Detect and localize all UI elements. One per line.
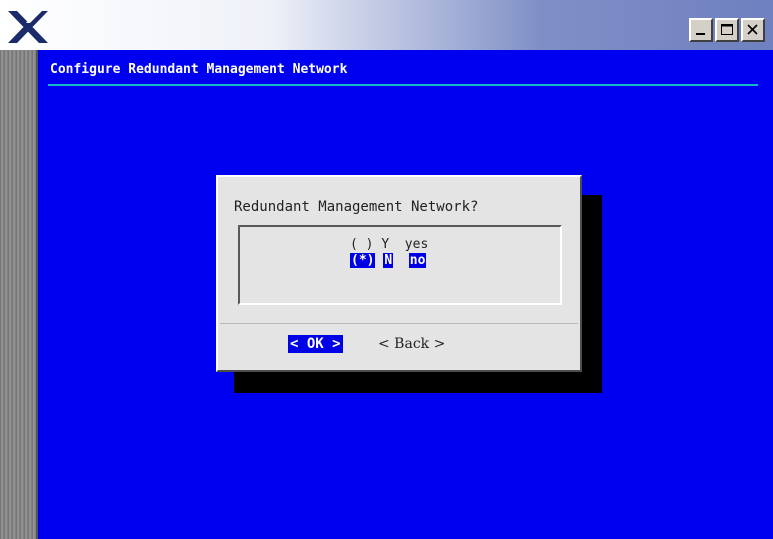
- back-button[interactable]: < Back >: [378, 335, 445, 353]
- radiolist-dialog: Redundant Management Network? ( ) Y yes …: [216, 175, 582, 372]
- option-yes-marker[interactable]: ( ): [350, 237, 373, 252]
- screen-title: Configure Redundant Management Network: [50, 62, 348, 77]
- terminal-screen: Configure Redundant Management Network R…: [38, 50, 773, 539]
- minimize-button[interactable]: [689, 18, 713, 42]
- maximize-button[interactable]: [715, 18, 739, 42]
- option-yes[interactable]: ( ) Y yes: [350, 237, 428, 253]
- window-controls: [689, 18, 765, 42]
- option-no-label: no: [408, 253, 427, 268]
- window-left-border: [0, 50, 38, 539]
- minimize-icon: [696, 33, 705, 35]
- option-no-marker[interactable]: (*): [350, 253, 376, 268]
- button-separator: [220, 323, 578, 324]
- maximize-icon: [721, 24, 733, 35]
- close-button[interactable]: [741, 18, 765, 42]
- option-no[interactable]: (*) N no: [350, 253, 427, 269]
- option-yes-label: yes: [404, 237, 429, 252]
- option-yes-key: Y: [381, 237, 390, 252]
- ok-button[interactable]: < OK >: [288, 335, 343, 353]
- close-icon: [747, 24, 758, 35]
- dialog-question: Redundant Management Network?: [234, 199, 479, 215]
- option-no-key: N: [383, 253, 394, 268]
- title-rule: [48, 84, 758, 86]
- options-list: ( ) Y yes (*) N no: [238, 225, 562, 305]
- x-logo-icon: [6, 9, 50, 45]
- window-titlebar[interactable]: [0, 0, 773, 50]
